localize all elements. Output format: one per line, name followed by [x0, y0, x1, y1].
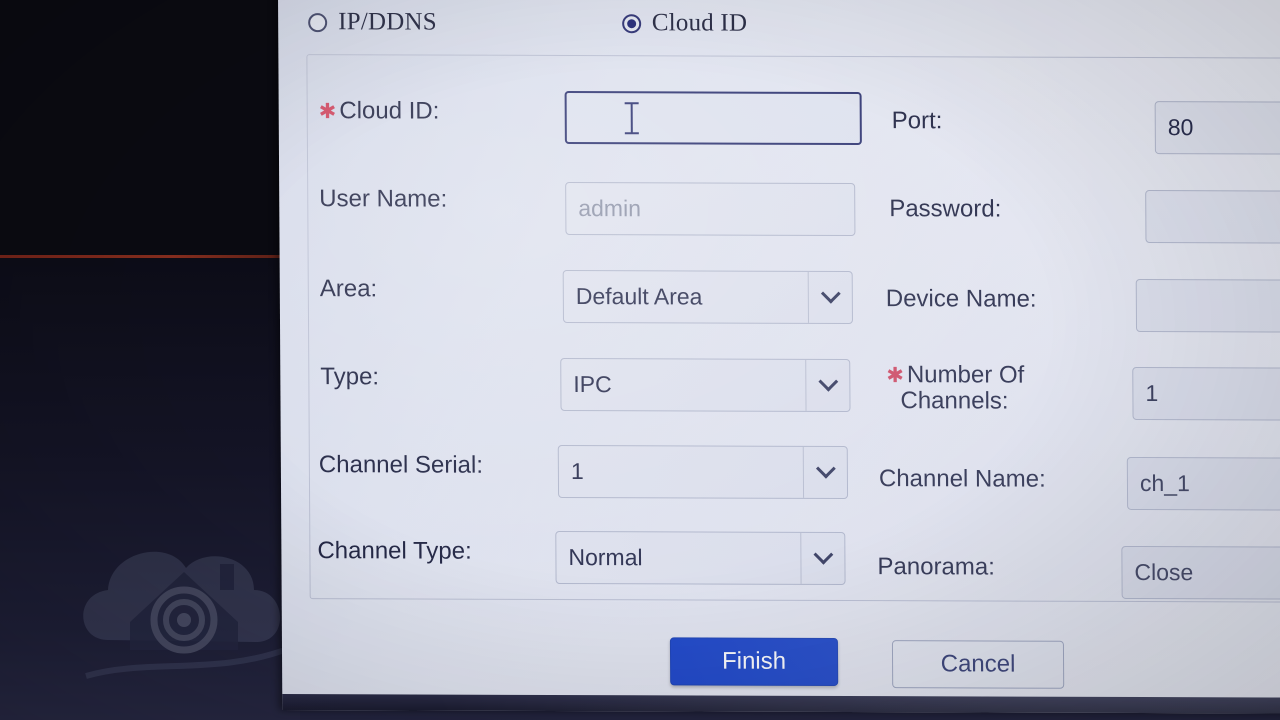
- connection-mode-radio-group: IP/DDNS Cloud ID: [308, 8, 747, 38]
- chevron-down-icon-type[interactable]: [805, 359, 850, 412]
- label-channel-type: Channel Type:: [317, 537, 472, 565]
- radio-label-cloud-id: Cloud ID: [651, 9, 748, 37]
- label-type: Type:: [320, 363, 380, 391]
- label-number-of-channels: ✱ Number Of Channels:: [886, 361, 1025, 415]
- input-user-name[interactable]: admin: [565, 182, 856, 237]
- chevron-down-icon-channel-type[interactable]: [800, 532, 845, 584]
- label-user-name: User Name:: [319, 185, 448, 213]
- select-channel-serial-value: 1: [570, 458, 584, 485]
- input-number-of-channels-value: 1: [1145, 380, 1159, 407]
- select-area-value: Default Area: [575, 283, 703, 310]
- label-channel-serial: Channel Serial:: [318, 451, 484, 479]
- device-form: ✱ Cloud ID: User Name: admin Area: Defaul…: [306, 54, 1280, 603]
- radio-option-cloud-id[interactable]: Cloud ID: [621, 9, 748, 37]
- field-row-password: Password:: [889, 195, 1002, 223]
- field-row-port: Port:: [891, 107, 943, 135]
- radio-button-cloud-id-icon[interactable]: [621, 13, 641, 33]
- field-row-channel-type: Channel Type:: [317, 537, 472, 565]
- finish-button[interactable]: Finish: [669, 637, 839, 686]
- select-panorama-value: Close: [1134, 559, 1194, 586]
- label-device-name: Device Name:: [885, 285, 1037, 313]
- label-panorama: Panorama:: [877, 553, 995, 581]
- label-password: Password:: [889, 195, 1002, 223]
- select-type-value: IPC: [573, 371, 612, 398]
- required-star-number-of-channels: ✱: [886, 364, 904, 388]
- select-type[interactable]: IPC: [560, 357, 851, 413]
- chevron-down-icon-area[interactable]: [807, 271, 852, 324]
- field-row-cloud-id: ✱ Cloud ID:: [318, 97, 440, 125]
- select-channel-type-value: Normal: [568, 544, 643, 571]
- input-port[interactable]: 80: [1154, 101, 1280, 155]
- input-cloud-id[interactable]: [564, 91, 862, 146]
- select-panorama[interactable]: Close: [1121, 545, 1280, 600]
- screenshot-root: IP/DDNS Cloud ID ✱Cloud ID: User Name:: [0, 0, 1280, 720]
- field-row-panorama: Panorama:: [877, 553, 995, 581]
- radio-option-ip-ddns[interactable]: IP/DDNS: [308, 8, 437, 36]
- input-password[interactable]: [1145, 190, 1280, 244]
- input-channel-name[interactable]: ch_1: [1126, 456, 1280, 511]
- label-channel-name: Channel Name:: [878, 465, 1046, 493]
- select-channel-serial[interactable]: 1: [557, 444, 849, 499]
- select-area[interactable]: Default Area: [562, 269, 853, 325]
- text-cursor-icon: [630, 102, 633, 133]
- dialog-footer: Finish Cancel: [282, 614, 1280, 689]
- field-row-channel-name: Channel Name:: [878, 465, 1046, 493]
- field-row-number-of-channels: ✱ Number Of Channels:: [886, 361, 1025, 415]
- chevron-down-icon-channel-serial[interactable]: [802, 446, 848, 498]
- cancel-button[interactable]: Cancel: [891, 640, 1065, 689]
- field-row-type: Type:: [320, 363, 380, 391]
- field-row-user-name: User Name:: [319, 185, 448, 213]
- select-channel-type[interactable]: Normal: [555, 530, 846, 585]
- required-star-cloud-id: ✱: [318, 100, 337, 124]
- label-area: Area:: [319, 275, 378, 303]
- desktop-upper-dark-region: [0, 0, 300, 256]
- add-device-dialog: IP/DDNS Cloud ID ✱Cloud ID: User Name:: [278, 0, 1280, 714]
- input-number-of-channels[interactable]: 1: [1132, 366, 1280, 421]
- label-cloud-id: ✱ Cloud ID:: [318, 97, 440, 125]
- desktop-lower-region: [0, 258, 300, 720]
- input-user-name-value: admin: [578, 195, 642, 222]
- input-channel-name-value: ch_1: [1139, 470, 1190, 497]
- radio-label-ip-ddns: IP/DDNS: [338, 8, 437, 36]
- input-device-name[interactable]: [1135, 278, 1280, 333]
- radio-button-ip-ddns-icon[interactable]: [308, 12, 328, 32]
- label-port: Port:: [891, 107, 943, 135]
- field-row-channel-serial: Channel Serial:: [318, 451, 484, 479]
- field-row-area: Area:: [319, 275, 378, 303]
- field-row-device-name: Device Name:: [885, 285, 1037, 313]
- input-port-value: 80: [1167, 114, 1194, 141]
